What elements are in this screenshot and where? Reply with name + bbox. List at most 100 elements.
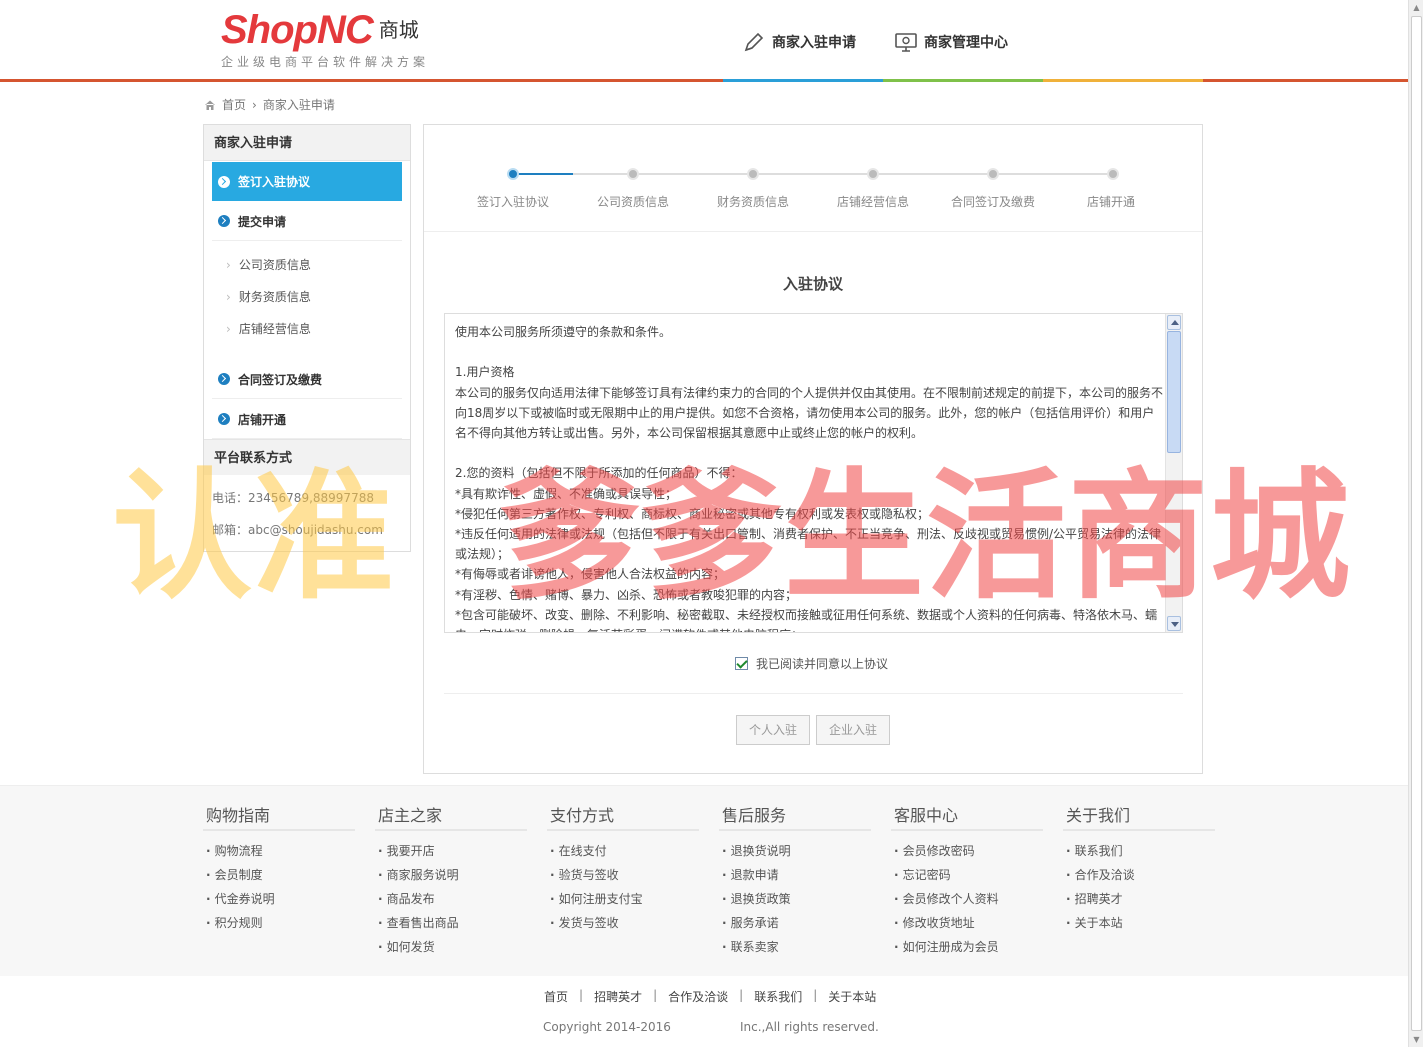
bottom-link-jobs[interactable]: 招聘英才: [594, 988, 642, 1005]
step-arrow-icon: [218, 373, 230, 385]
sidebar-title: 商家入驻申请: [204, 125, 410, 161]
nav-merchant-center-label: 商家管理中心: [924, 35, 1008, 51]
divider: [444, 693, 1183, 694]
page: ShopNC 商城 企业级电商平台软件解决方案 商家入驻申请 商家管理中心 ▲ ▼…: [0, 0, 1423, 1047]
sidebar-step-label: 合同签订及缴费: [238, 372, 323, 387]
enterprise-apply-button[interactable]: 企业入驻: [816, 715, 890, 745]
footer-link[interactable]: 如何发货: [378, 935, 527, 959]
bottom-link-cooperation[interactable]: 合作及洽谈: [668, 988, 728, 1005]
agree-checkbox-label[interactable]: 我已阅读并同意以上协议: [756, 655, 888, 672]
scroll-down-icon[interactable]: [1167, 616, 1181, 631]
footer-link[interactable]: 合作及洽谈: [1066, 863, 1215, 887]
footer-link[interactable]: 退款申请: [722, 863, 871, 887]
footer-column-title: 关于我们: [1063, 802, 1215, 831]
site-header: ShopNC 商城 企业级电商平台软件解决方案 商家入驻申请 商家管理中心: [0, 0, 1408, 82]
main-panel: 签订入驻协议 公司资质信息 财务资质信息 店铺经营信息 合同签订及缴费 店铺开通…: [423, 124, 1203, 774]
footer-link[interactable]: 会员修改个人资料: [894, 887, 1043, 911]
step-arrow-icon: [218, 175, 230, 188]
footer-link[interactable]: 退换货说明: [722, 839, 871, 863]
scroll-up-icon[interactable]: [1167, 315, 1181, 330]
footer-link[interactable]: 查看售出商品: [378, 911, 527, 935]
agreement-scroll-thumb[interactable]: [1167, 331, 1181, 453]
footer-link[interactable]: 发货与签收: [550, 911, 699, 935]
monitor-icon: [895, 33, 917, 52]
rights-text: Inc.,All rights reserved.: [740, 1020, 879, 1034]
footer-link[interactable]: 在线支付: [550, 839, 699, 863]
scrollbar-thumb[interactable]: [1411, 16, 1422, 1031]
progress-label: 公司资质信息: [596, 195, 669, 209]
agreement-scrollbar[interactable]: [1165, 314, 1182, 632]
progress-steps: 签订入驻协议 公司资质信息 财务资质信息 店铺经营信息 合同签订及缴费 店铺开通: [424, 125, 1202, 232]
bottom-link-home[interactable]: 首页: [544, 988, 568, 1005]
breadcrumb-separator: ›: [252, 97, 257, 112]
sidebar-step-contract[interactable]: 合同签订及缴费: [212, 360, 402, 399]
logo-cn-text: 商城: [378, 20, 419, 42]
header-color-bar: [0, 79, 1408, 82]
footer-link[interactable]: 联系我们: [1066, 839, 1215, 863]
footer-link[interactable]: 代金券说明: [206, 887, 355, 911]
sidebar-step-submit[interactable]: 提交申请: [212, 202, 402, 241]
contact-phone: 电话：23456789,88997788: [212, 491, 374, 505]
progress-node-4: [867, 168, 879, 180]
agree-checkbox-row[interactable]: 我已阅读并同意以上协议: [735, 655, 888, 672]
scroll-down-icon[interactable]: ▼: [1411, 1034, 1422, 1045]
footer-link[interactable]: 联系卖家: [722, 935, 871, 959]
site-logo[interactable]: ShopNC 商城 企业级电商平台软件解决方案: [221, 10, 429, 70]
footer-link[interactable]: 招聘英才: [1066, 887, 1215, 911]
sidebar-step-sign-agreement[interactable]: 签订入驻协议: [212, 162, 402, 201]
footer-link[interactable]: 商品发布: [378, 887, 527, 911]
footer-link[interactable]: 忘记密码: [894, 863, 1043, 887]
breadcrumb-home[interactable]: 首页: [222, 96, 246, 113]
sidebar-step-label: 提交申请: [238, 214, 287, 229]
agreement-textbox[interactable]: 使用本公司服务所须遵守的条款和条件。 1.用户资格 本公司的服务仅向适用法律下能…: [444, 313, 1183, 633]
footer-link[interactable]: 如何注册成为会员: [894, 935, 1043, 959]
nav-merchant-apply-label: 商家入驻申请: [772, 35, 856, 51]
footer-column-service-center: 客服中心 会员修改密码 忘记密码 会员修改个人资料 修改收货地址 如何注册成为会…: [891, 802, 1043, 959]
nav-merchant-apply[interactable]: 商家入驻申请: [742, 30, 856, 54]
sidebar-sub-finance[interactable]: 财务资质信息: [226, 288, 311, 305]
page-scrollbar[interactable]: ▲ ▼: [1408, 0, 1423, 1047]
scroll-up-icon[interactable]: ▲: [1411, 2, 1422, 13]
footer-column-title: 客服中心: [891, 802, 1043, 831]
footer-link[interactable]: 服务承诺: [722, 911, 871, 935]
footer-column-payment: 支付方式 在线支付 验货与签收 如何注册支付宝 发货与签收: [547, 802, 699, 935]
sidebar-step-label: 签订入驻协议: [238, 175, 311, 189]
footer-link[interactable]: 会员修改密码: [894, 839, 1043, 863]
footer-link[interactable]: 修改收货地址: [894, 911, 1043, 935]
nav-merchant-center[interactable]: 商家管理中心: [894, 30, 1008, 54]
step-arrow-icon: [218, 215, 230, 227]
footer-link[interactable]: 如何注册支付宝: [550, 887, 699, 911]
footer-link[interactable]: 商家服务说明: [378, 863, 527, 887]
footer-link[interactable]: 退换货政策: [722, 887, 871, 911]
progress-node-5: [987, 168, 999, 180]
footer-column-shopping-guide: 购物指南 购物流程 会员制度 代金券说明 积分规则: [203, 802, 355, 935]
footer-column-title: 售后服务: [719, 802, 871, 831]
footer-column-about: 关于我们 联系我们 合作及洽谈 招聘英才 关于本站: [1063, 802, 1215, 935]
progress-line-done: [513, 173, 573, 175]
footer-link[interactable]: 我要开店: [378, 839, 527, 863]
bottom-link-contact[interactable]: 联系我们: [754, 988, 802, 1005]
sidebar-sub-store[interactable]: 店铺经营信息: [226, 320, 311, 337]
copyright-text: Copyright 2014-2016: [543, 1020, 671, 1034]
progress-node-1: [507, 168, 519, 180]
logo-text: ShopNC: [221, 8, 374, 52]
footer-link[interactable]: 关于本站: [1066, 911, 1215, 935]
sidebar: 商家入驻申请 签订入驻协议 提交申请 公司资质信息 财务资质信息 店铺经营信息 …: [203, 124, 411, 552]
footer-link[interactable]: 会员制度: [206, 863, 355, 887]
sidebar-sub-company[interactable]: 公司资质信息: [226, 256, 311, 273]
footer-link[interactable]: 积分规则: [206, 911, 355, 935]
bottom-links: 首页 | 招聘英才 | 合作及洽谈 | 联系我们 | 关于本站: [544, 988, 877, 1005]
contact-title: 平台联系方式: [204, 439, 410, 475]
footer-column-after-sales: 售后服务 退换货说明 退款申请 退换货政策 服务承诺 联系卖家: [719, 802, 871, 959]
agree-checkbox[interactable]: [735, 657, 748, 670]
logo-subtitle: 企业级电商平台软件解决方案: [221, 55, 430, 69]
footer-link[interactable]: 验货与签收: [550, 863, 699, 887]
agreement-text: 使用本公司服务所须遵守的条款和条件。 1.用户资格 本公司的服务仅向适用法律下能…: [455, 325, 1164, 632]
bottom-link-about[interactable]: 关于本站: [828, 988, 876, 1005]
sidebar-step-open-store[interactable]: 店铺开通: [212, 400, 402, 439]
progress-label: 店铺经营信息: [836, 195, 909, 209]
progress-line: [573, 173, 1113, 175]
logo-wordmark: ShopNC 商城: [221, 10, 429, 51]
personal-apply-button[interactable]: 个人入驻: [736, 715, 810, 745]
footer-link[interactable]: 购物流程: [206, 839, 355, 863]
